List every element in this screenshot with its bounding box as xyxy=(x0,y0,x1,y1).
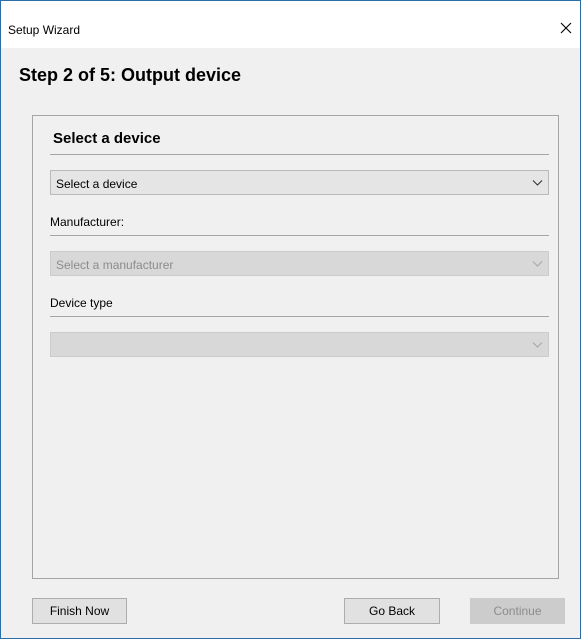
manufacturer-select-value: Select a manufacturer xyxy=(56,258,174,272)
title-bar: Setup Wizard xyxy=(1,1,580,48)
close-icon xyxy=(560,22,572,34)
device-select[interactable]: Select a device xyxy=(50,170,549,195)
step-title: Step 2 of 5: Output device xyxy=(19,65,242,85)
chevron-down-icon xyxy=(532,342,543,348)
device-type-label: Device type xyxy=(50,296,113,310)
chevron-down-icon xyxy=(532,261,543,267)
device-type-divider xyxy=(50,316,549,317)
device-select-value: Select a device xyxy=(56,177,138,191)
continue-button[interactable]: Continue xyxy=(470,598,565,624)
device-type-select[interactable] xyxy=(50,332,549,357)
section-divider xyxy=(50,154,549,155)
manufacturer-select[interactable]: Select a manufacturer xyxy=(50,251,549,276)
close-button[interactable] xyxy=(552,15,580,41)
setup-wizard-window: Setup Wizard Step 2 of 5: Output device … xyxy=(0,0,581,639)
chevron-down-icon xyxy=(532,180,543,186)
device-panel: Select a device Select a device Manufact… xyxy=(32,115,559,579)
window-title: Setup Wizard xyxy=(8,23,81,37)
finish-now-button[interactable]: Finish Now xyxy=(32,598,127,624)
manufacturer-label: Manufacturer: xyxy=(50,215,125,229)
go-back-button[interactable]: Go Back xyxy=(344,598,440,624)
section-title: Select a device xyxy=(53,130,161,147)
manufacturer-divider xyxy=(50,235,549,236)
